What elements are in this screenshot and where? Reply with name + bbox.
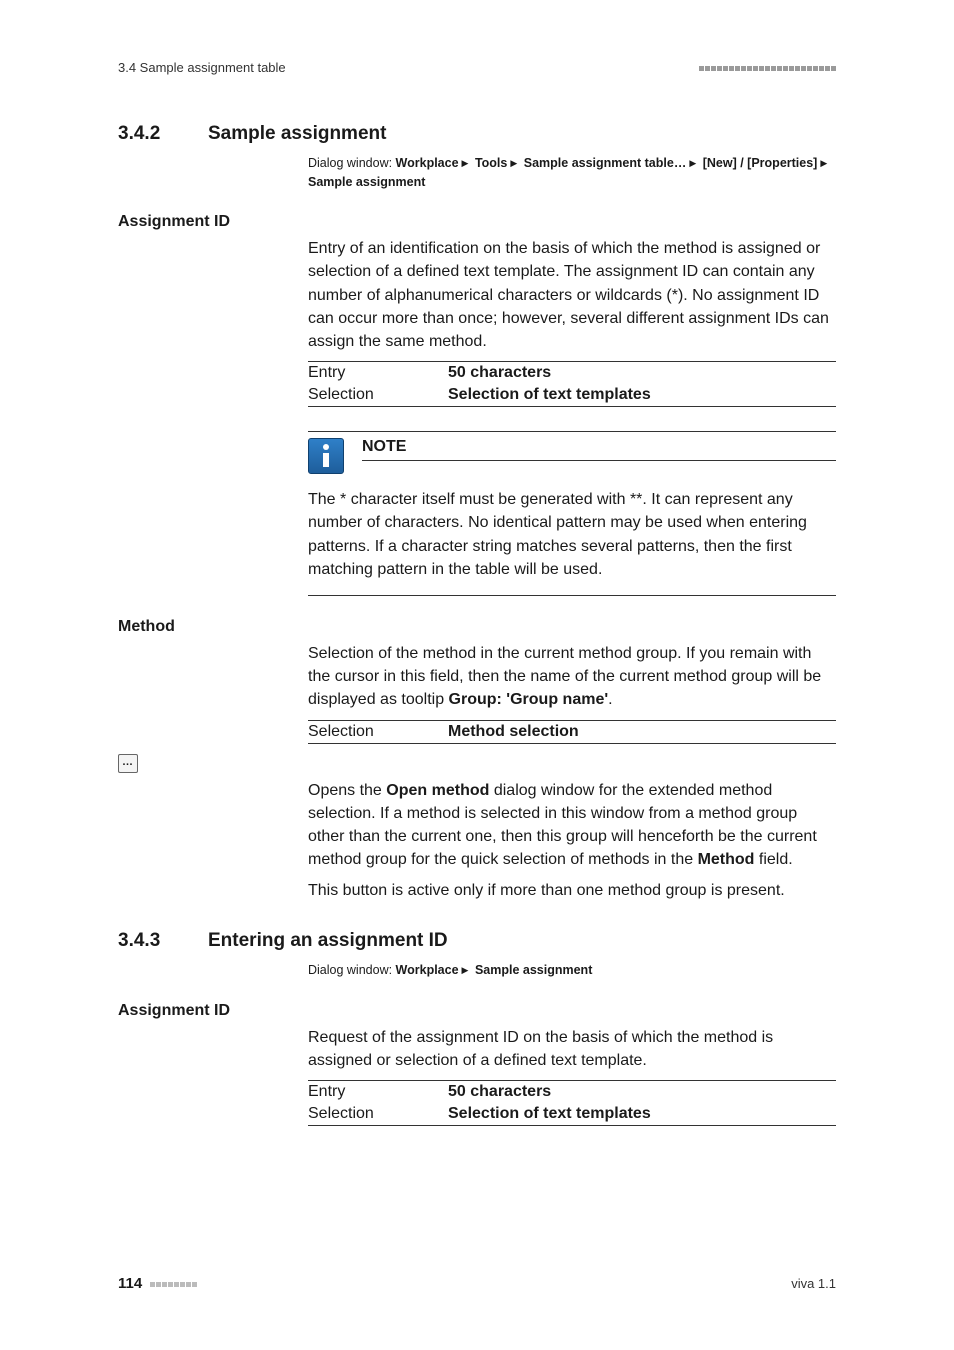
footer-dashes [146, 1276, 198, 1291]
dialog-prefix: Dialog window: [308, 963, 396, 977]
dialog-part: Sample assignment table… [524, 156, 687, 170]
dialog-part: [New] / [Properties] [703, 156, 818, 170]
section-number: 3.4.3 [118, 930, 208, 953]
spec-key: Selection [308, 1105, 448, 1123]
method-desc: Selection of the method in the current m… [308, 642, 836, 712]
ellipsis-button-icon[interactable]: … [118, 754, 138, 773]
runhead-dashes [698, 60, 836, 75]
dialog-part: Tools [475, 156, 507, 170]
assignment-id-spec: Entry 50 characters Selection Selection … [308, 361, 836, 407]
text-bold: Open method [386, 782, 489, 799]
assignment-id-desc: Entry of an identification on the basis … [308, 237, 836, 353]
note-title: NOTE [362, 432, 836, 461]
section-number: 3.4.2 [118, 123, 208, 146]
spec-row: Entry 50 characters [308, 1081, 836, 1103]
dialog-path-342: Dialog window: Workplace▶ Tools▶ Sample … [308, 154, 836, 192]
running-header: 3.4 Sample assignment table [118, 60, 836, 75]
triangle-icon: ▶ [686, 158, 699, 168]
triangle-icon: ▶ [459, 158, 472, 168]
footer-version: viva 1.1 [791, 1276, 836, 1291]
text: Opens the [308, 782, 386, 799]
note-text: The * character itself must be generated… [308, 491, 807, 578]
section-title: Entering an assignment ID [208, 930, 448, 953]
page-footer: 114 viva 1.1 [118, 1275, 836, 1292]
heading-method: Method [118, 618, 836, 636]
spec-row: Selection Method selection [308, 721, 836, 744]
dialog-part: Workplace [396, 963, 459, 977]
spec-row: Selection Selection of text templates [308, 1103, 836, 1126]
ellipsis-para2: This button is active only if more than … [308, 879, 836, 902]
dialog-prefix: Dialog window: [308, 156, 396, 170]
note-body: The * character itself must be generated… [308, 488, 836, 596]
assignment-id-2-spec: Entry 50 characters Selection Selection … [308, 1080, 836, 1126]
page-number: 114 [118, 1275, 142, 1292]
section-3-4-3-heading: 3.4.3 Entering an assignment ID [118, 930, 836, 953]
heading-ellipsis-button: … [118, 754, 836, 773]
spec-val: 50 characters [448, 1083, 551, 1101]
ellipsis-para1: Opens the Open method dialog window for … [308, 779, 836, 872]
heading-assignment-id: Assignment ID [118, 213, 836, 231]
method-spec: Selection Method selection [308, 720, 836, 744]
spec-val: Method selection [448, 723, 579, 741]
spec-key: Selection [308, 386, 448, 404]
assignment-id-2-desc: Request of the assignment ID on the basi… [308, 1026, 836, 1072]
section-3-4-2-heading: 3.4.2 Sample assignment [118, 123, 836, 146]
footer-left: 114 [118, 1275, 197, 1292]
dialog-path-343: Dialog window: Workplace▶ Sample assignm… [308, 961, 836, 980]
method-para: Selection of the method in the current m… [308, 642, 836, 712]
assignment-id-para: Entry of an identification on the basis … [308, 237, 836, 353]
triangle-icon: ▶ [817, 158, 830, 168]
spec-row: Entry 50 characters [308, 362, 836, 384]
ellipsis-desc: Opens the Open method dialog window for … [308, 779, 836, 903]
text: field. [754, 851, 792, 868]
triangle-icon: ▶ [507, 158, 520, 168]
note-block: NOTE [308, 431, 836, 474]
spec-val: 50 characters [448, 364, 551, 382]
info-icon [308, 438, 344, 474]
method-text-post: . [608, 691, 612, 708]
triangle-icon: ▶ [459, 965, 472, 975]
spec-val: Selection of text templates [448, 386, 651, 404]
runhead-left: 3.4 Sample assignment table [118, 60, 286, 75]
text-bold: Method [698, 851, 755, 868]
section-title: Sample assignment [208, 123, 386, 146]
dialog-part: Sample assignment [475, 963, 592, 977]
heading-assignment-id-2: Assignment ID [118, 1002, 836, 1020]
spec-row: Selection Selection of text templates [308, 384, 836, 407]
dialog-part: Sample assignment [308, 175, 425, 189]
spec-key: Entry [308, 1083, 448, 1101]
page: 3.4 Sample assignment table 3.4.2 Sample… [0, 0, 954, 1350]
method-tooltip: Group: 'Group name' [449, 691, 609, 708]
spec-key: Selection [308, 723, 448, 741]
assignment-id-2-para: Request of the assignment ID on the basi… [308, 1026, 836, 1072]
spec-key: Entry [308, 364, 448, 382]
spec-val: Selection of text templates [448, 1105, 651, 1123]
dialog-part: Workplace [396, 156, 459, 170]
